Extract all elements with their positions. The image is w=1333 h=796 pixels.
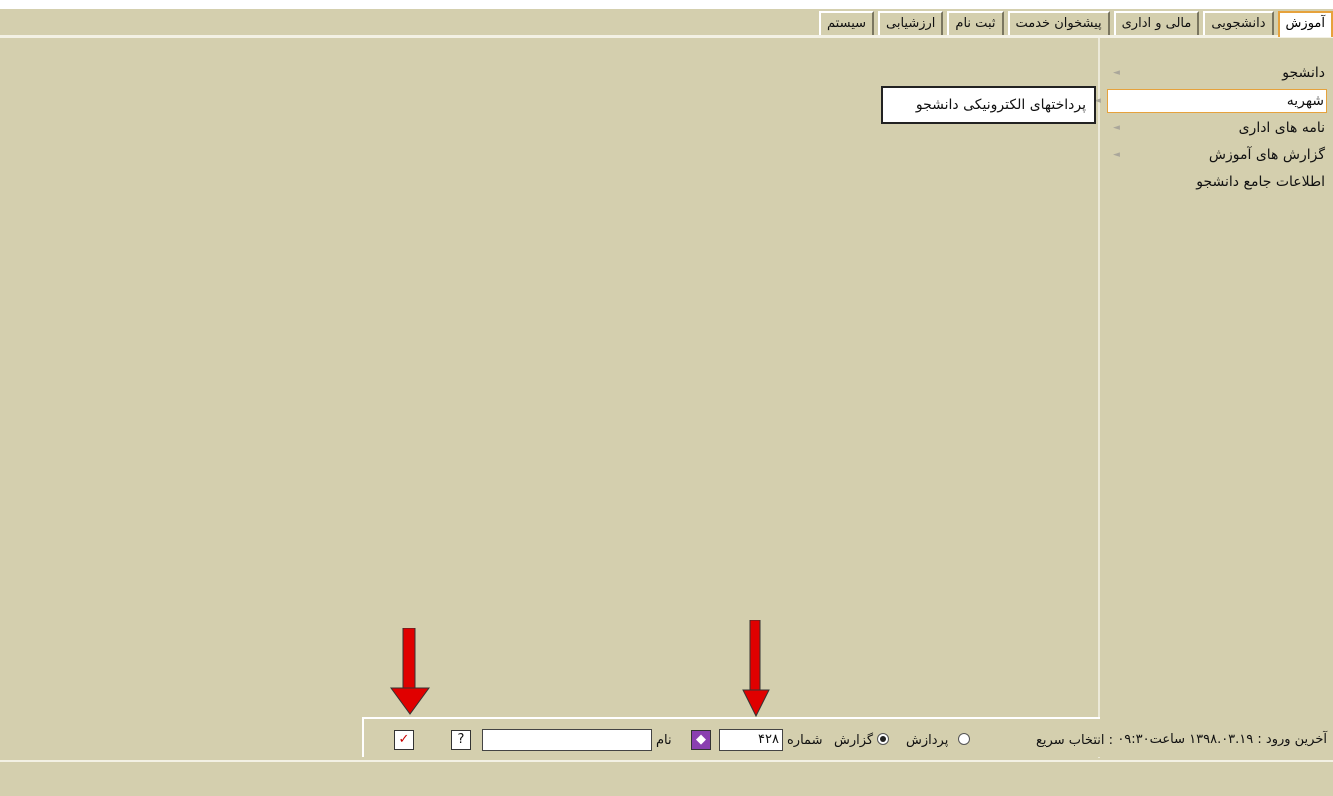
menu-item-label: نامه های اداری (1238, 120, 1325, 136)
submenu-arrow-icon: ◄ (1113, 68, 1120, 78)
sidebar-menu: دانشجو ◄ شهریه ◄ نامه های اداری ◄ گزارش … (1094, 60, 1327, 196)
radio-report[interactable] (877, 733, 889, 745)
top-strip (0, 0, 1333, 9)
submenu-pardakht-electronic[interactable]: پرداختهای الکترونیکی دانشجو (881, 86, 1096, 124)
number-input[interactable]: ۴۲۸ (719, 729, 783, 751)
menu-item-nameh-edari[interactable]: نامه های اداری ◄ (1107, 115, 1327, 142)
tab-amoozesh[interactable]: آموزش (1277, 11, 1333, 37)
name-input[interactable] (482, 729, 652, 751)
tab-arzeshyabi[interactable]: ارزشیابی (878, 11, 944, 35)
sidebar-divider (1098, 38, 1100, 758)
bottom-status-strip (0, 760, 1333, 796)
menu-item-label: شهریه (1286, 93, 1324, 109)
menu-item-label: اطلاعات جامع دانشجو (1196, 174, 1325, 190)
radio-process-label: پردازش (906, 733, 949, 748)
radio-report-label: گزارش (834, 733, 874, 748)
submenu-arrow-icon: ◄ (1113, 123, 1120, 133)
checkmark-icon[interactable]: ✓ (394, 730, 414, 750)
quick-select-label: انتخاب سریع : (1036, 733, 1113, 748)
quick-select-bar: انتخاب سریع : پردازش گزارش شماره ۴۲۸ ◆ ن… (362, 717, 1113, 757)
menu-item-daneshjoo[interactable]: دانشجو ◄ (1107, 60, 1327, 87)
tab-sabt-nam[interactable]: ثبت نام (947, 11, 1004, 35)
menu-item-label: گزارش های آموزش (1208, 147, 1325, 163)
radio-process[interactable] (958, 733, 970, 745)
tab-daneshjooyi[interactable]: دانشجویی (1203, 11, 1274, 35)
help-icon[interactable]: ? (451, 730, 471, 750)
menu-item-shahrieh[interactable]: شهریه ◄ (1094, 89, 1327, 113)
lookup-icon[interactable]: ◆ (691, 730, 711, 750)
tabs: آموزش دانشجویی مالی و اداری پیشخوان خدمت… (819, 11, 1333, 37)
menu-item-gozaresh-amoozesh[interactable]: گزارش های آموزش ◄ (1107, 142, 1327, 169)
red-arrow-down-icon (742, 620, 770, 718)
red-arrow-down-icon (390, 628, 430, 715)
tab-system[interactable]: سیستم (819, 11, 875, 35)
last-login-text: آخرین ورود : ۱۳۹۸.۰۳.۱۹ ساعت۰۹:۳۰ (1117, 732, 1327, 747)
number-label: شماره (787, 733, 823, 748)
tab-pishkhan-khedmat[interactable]: پیشخوان خدمت (1007, 11, 1110, 35)
menu-item-etelaat-jame[interactable]: اطلاعات جامع دانشجو (1107, 169, 1327, 196)
name-label: نام (656, 733, 672, 748)
menu-item-label: دانشجو (1282, 65, 1325, 81)
tab-mali-edari[interactable]: مالی و اداری (1113, 11, 1200, 35)
submenu-arrow-icon: ◄ (1113, 150, 1120, 160)
